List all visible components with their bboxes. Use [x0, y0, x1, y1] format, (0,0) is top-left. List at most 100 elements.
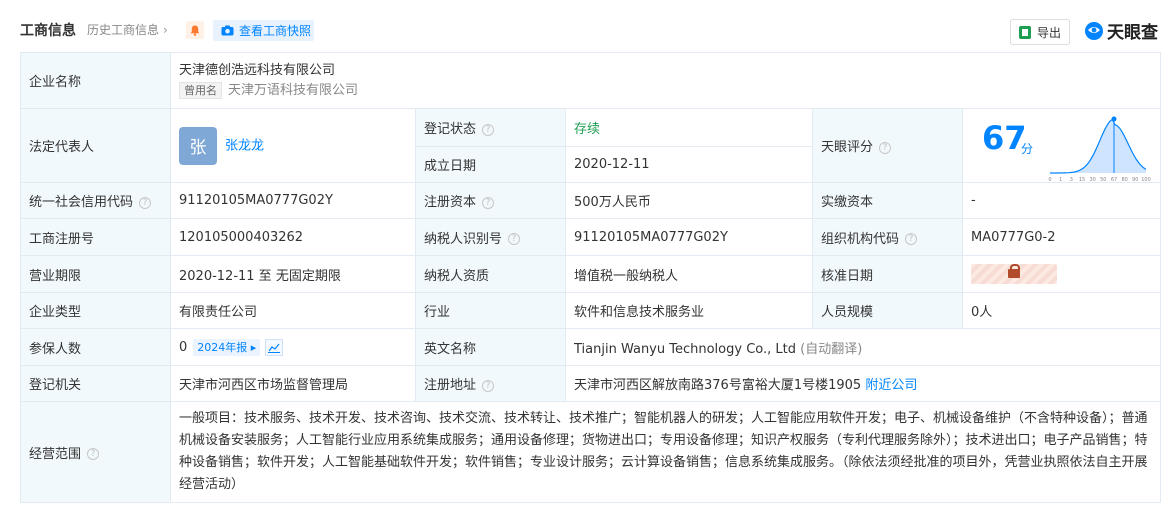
export-label: 导出	[1036, 25, 1061, 40]
table-row: 法定代表人 张张龙龙 登记状态? 存续 天眼评分? 67 分 0 1 3 15 30 50…	[20, 108, 1161, 183]
industry-label: 行业	[415, 292, 566, 329]
table-row: 登记机关 天津市河西区市场监督管理局 注册地址? 天津市河西区解放南路376号富…	[20, 365, 1161, 402]
term-label: 营业期限	[20, 255, 171, 293]
score-tick-label: 30	[1090, 177, 1096, 183]
biz-reg-no-value: 120105000403262	[170, 218, 416, 256]
company-name-label: 企业名称	[20, 52, 171, 109]
score-tick-label: 67	[1111, 177, 1117, 183]
reg-address-label: 注册地址	[424, 378, 477, 393]
company-name-cell: 天津德创浩远科技有限公司 曾用名 天津万语科技有限公司	[170, 52, 1161, 109]
term-value: 2020-12-11 至 无固定期限	[170, 255, 416, 293]
biz-reg-no-label: 工商注册号	[20, 218, 171, 256]
score-tick-label: 90	[1132, 177, 1138, 183]
reg-address-label-cell: 注册地址?	[415, 365, 566, 402]
legal-rep-name[interactable]: 张龙龙	[225, 138, 264, 153]
staff-size-value: 0人	[962, 292, 1161, 329]
history-link[interactable]: 历史工商信息 ›	[87, 21, 168, 38]
insured-cell: 0 2024年报 ▸	[170, 328, 416, 366]
legal-rep-cell: 张张龙龙	[170, 108, 416, 183]
camera-icon	[221, 25, 234, 36]
paid-capital-label: 实缴资本	[812, 182, 963, 219]
score-tick-label: 80	[1122, 177, 1128, 183]
auto-translate-note: (自动翻译)	[800, 341, 863, 357]
company-type-value: 有限责任公司	[170, 292, 416, 329]
bell-icon[interactable]	[186, 21, 204, 39]
help-icon[interactable]: ?	[87, 448, 100, 460]
help-icon[interactable]: ?	[139, 196, 152, 209]
scope-label: 经营范围	[29, 446, 82, 462]
score-distribution-chart: 0 1 3 15 30 50 67 80 90 100	[1048, 116, 1151, 183]
annual-report-tag[interactable]: 2024年报 ▸	[193, 338, 261, 356]
company-type-label: 企业类型	[20, 292, 171, 329]
english-name-cell: Tianjin Wanyu Technology Co., Ltd (自动翻译)	[565, 328, 1161, 366]
snapshot-button[interactable]: 查看工商快照	[213, 20, 314, 41]
snapshot-label: 查看工商快照	[239, 24, 312, 38]
table-row: 企业名称 天津德创浩远科技有限公司 曾用名 天津万语科技有限公司	[20, 52, 1161, 109]
lock-icon	[1008, 264, 1020, 278]
score-label: 天眼评分	[821, 140, 874, 155]
reg-status-label-cell: 登记状态?	[415, 108, 566, 147]
help-icon[interactable]: ?	[879, 141, 892, 154]
established-label: 成立日期	[415, 146, 566, 183]
tianyancha-logo-icon	[1085, 21, 1103, 40]
org-code-label-cell: 组织机构代码?	[812, 218, 963, 256]
reg-status-value: 存续	[565, 108, 813, 147]
table-row: 经营范围? 一般项目：技术服务、技术开发、技术咨询、技术交流、技术转让、技术推广…	[20, 401, 1161, 503]
chevron-right-icon: ›	[163, 22, 168, 37]
score-unit: 分	[1021, 142, 1034, 156]
credit-code-label: 统一社会信用代码	[29, 195, 134, 210]
score-tick-label: 15	[1079, 177, 1085, 183]
reg-authority-value: 天津市河西区市场监督管理局	[170, 365, 416, 402]
locked-value[interactable]	[971, 264, 1057, 284]
table-row: 工商注册号 120105000403262 纳税人识别号? 91120105MA…	[20, 218, 1161, 256]
industry-value: 软件和信息技术服务业	[565, 292, 813, 329]
established-value: 2020-12-11	[565, 146, 813, 183]
paid-capital-value: -	[962, 182, 1161, 219]
help-icon[interactable]: ?	[508, 233, 521, 245]
reg-capital-value: 500万人民币	[565, 182, 813, 219]
taxpayer-id-value: 91120105MA0777G02Y	[565, 218, 813, 256]
brand-logo: 天眼查	[1084, 18, 1158, 43]
score-label-cell: 天眼评分?	[812, 108, 963, 183]
reg-status-text: 存续	[574, 122, 601, 137]
table-row: 统一社会信用代码? 91120105MA0777G02Y 注册资本? 500万人…	[20, 182, 1161, 219]
score-cell[interactable]: 67 分 0 1 3 15 30 50 67 80 90 100	[962, 108, 1161, 183]
org-code-value: MA0777G0-2	[962, 218, 1161, 256]
reg-capital-label: 注册资本	[424, 195, 477, 210]
trend-chart-icon[interactable]	[265, 338, 284, 356]
score-tick-label: 0	[1048, 177, 1051, 183]
business-info-table: 企业名称 天津德创浩远科技有限公司 曾用名 天津万语科技有限公司 法定代表人 张张…	[20, 52, 1161, 503]
reg-status-label: 登记状态	[424, 122, 477, 137]
brand-name: 天眼查	[1107, 23, 1158, 43]
help-icon[interactable]: ?	[482, 196, 495, 209]
avatar[interactable]: 张	[179, 126, 217, 165]
help-icon[interactable]: ?	[482, 379, 495, 392]
help-icon[interactable]: ?	[905, 233, 918, 245]
score-tick-label: 3	[1070, 177, 1073, 183]
score-tick-label: 100	[1141, 177, 1151, 183]
approval-date-label: 核准日期	[812, 255, 963, 293]
taxpayer-id-label: 纳税人识别号	[424, 231, 503, 247]
annual-report-label: 2024年报	[197, 340, 248, 354]
reg-capital-label-cell: 注册资本?	[415, 182, 566, 219]
help-icon[interactable]: ?	[482, 123, 495, 136]
insured-label: 参保人数	[20, 328, 171, 366]
table-row: 参保人数 0 2024年报 ▸ 英文名称 Tianjin Wanyu Techno…	[20, 328, 1161, 366]
nearby-companies-link[interactable]: 附近公司	[865, 378, 917, 393]
excel-icon	[1018, 25, 1031, 39]
taxpayer-id-label-cell: 纳税人识别号?	[415, 218, 566, 256]
former-name-tag: 曾用名	[179, 81, 222, 99]
taxpayer-qual-label: 纳税人资质	[415, 255, 566, 293]
score-tick-label: 50	[1100, 177, 1106, 183]
scope-label-cell: 经营范围?	[20, 401, 171, 503]
staff-size-label: 人员规模	[812, 292, 963, 329]
export-button[interactable]: 导出	[1010, 19, 1070, 45]
section-title: 工商信息	[20, 23, 76, 39]
insured-value: 0	[179, 339, 188, 355]
reg-address-cell: 天津市河西区解放南路376号富裕大厦1号楼1905 附近公司	[565, 365, 1161, 402]
section-header: 工商信息 历史工商信息 › 查看工商快照 导出 天眼查	[0, 0, 1168, 52]
company-name-value[interactable]: 天津德创浩远科技有限公司	[179, 61, 1152, 81]
history-label: 历史工商信息	[87, 23, 160, 37]
reg-authority-label: 登记机关	[20, 365, 171, 402]
score-marker-dot	[1111, 116, 1117, 122]
